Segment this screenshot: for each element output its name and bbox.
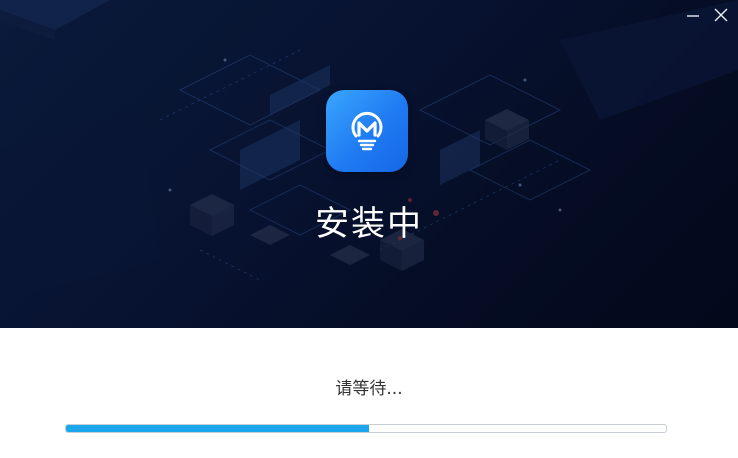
minimize-button[interactable] <box>682 4 704 26</box>
minimize-icon <box>687 15 699 17</box>
app-logo <box>326 90 408 172</box>
progress-bar-fill <box>66 425 369 432</box>
close-icon <box>714 8 728 22</box>
header-banner: 安装中 <box>0 0 738 328</box>
progress-bar <box>65 424 667 433</box>
status-text: 请等待... <box>335 379 403 399</box>
install-status-title: 安装中 <box>315 204 423 244</box>
window-controls <box>682 4 732 26</box>
close-button[interactable] <box>710 4 732 26</box>
app-logo-m-lightbulb-icon <box>351 111 383 151</box>
